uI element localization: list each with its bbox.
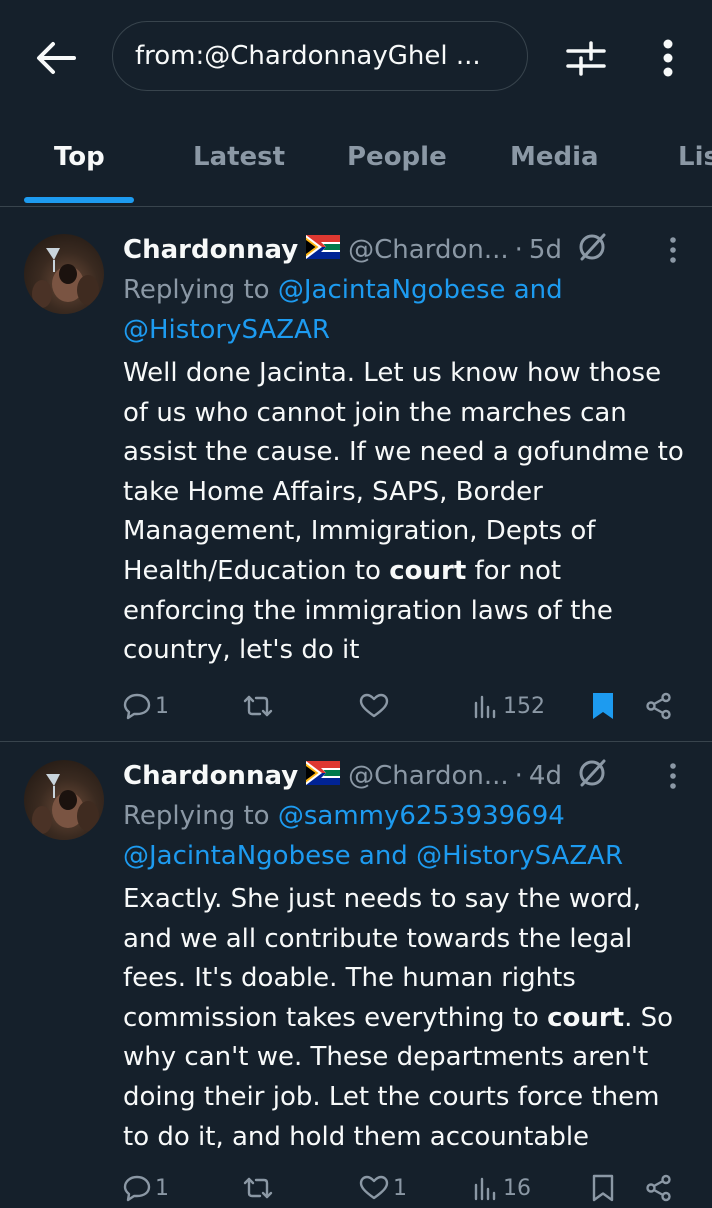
tweet[interactable]: Chardonnay @Chardon... · 5d Replying to … [0, 230, 712, 740]
more-vertical-icon [670, 763, 676, 789]
bar-chart-icon [474, 1177, 496, 1201]
timestamp[interactable]: 5d [529, 235, 562, 265]
tab-lists[interactable]: Lis [678, 142, 712, 172]
view-count: 152 [503, 693, 545, 719]
replying-to: Replying to @JacintaNgobese and @History… [123, 270, 688, 350]
circle-slash-icon [576, 757, 608, 796]
display-name[interactable]: Chardonnay [123, 761, 298, 791]
bookmark-button[interactable] [591, 686, 615, 726]
more-options-button[interactable] [648, 34, 688, 82]
back-button[interactable] [30, 36, 82, 80]
heart-icon [359, 1175, 389, 1200]
like-count: 1 [393, 1175, 407, 1201]
tab-people[interactable]: People [347, 142, 447, 172]
tweet-header: Chardonnay @Chardon... · 4d [123, 756, 688, 796]
search-filter-button[interactable] [560, 34, 612, 82]
reply-button[interactable]: 1 [123, 1168, 169, 1208]
separator-dot: · [514, 235, 523, 265]
sliders-icon [566, 41, 606, 76]
tab-top[interactable]: Top [54, 142, 105, 172]
search-input[interactable]: from:@ChardonnayGhel ... [112, 21, 528, 91]
avatar[interactable] [24, 234, 104, 314]
south-africa-flag-icon [306, 234, 341, 266]
highlighted-term: court [547, 1002, 625, 1033]
share-button[interactable] [645, 686, 673, 726]
like-button[interactable] [359, 686, 393, 726]
handle[interactable]: @Chardon... [348, 235, 508, 265]
reply-button[interactable]: 1 [123, 686, 169, 726]
view-count: 16 [503, 1175, 531, 1201]
retweet-icon [243, 1177, 273, 1199]
circle-slash-icon [576, 231, 608, 270]
active-tab-indicator [24, 197, 134, 203]
avatar-photo [32, 774, 99, 834]
views-button[interactable]: 16 [473, 1168, 531, 1208]
retweet-button[interactable] [243, 1168, 277, 1208]
bookmark-button[interactable] [591, 1168, 615, 1208]
replying-to-label: Replying to [123, 275, 278, 305]
heart-icon [359, 693, 389, 718]
avatar[interactable] [24, 760, 104, 840]
tweet-text-part: Well done Jacinta. Let us know how those… [123, 358, 684, 586]
divider [0, 741, 712, 742]
like-button[interactable]: 1 [359, 1168, 407, 1208]
top-bar: from:@ChardonnayGhel ... [0, 0, 712, 120]
tweet-actions: 1 152 [123, 686, 688, 726]
views-button[interactable]: 152 [473, 686, 545, 726]
highlighted-term: court [389, 555, 467, 586]
arrow-left-icon [37, 42, 76, 74]
reply-count: 1 [155, 693, 169, 719]
replying-to: Replying to @sammy6253939694 @JacintaNgo… [123, 796, 688, 876]
more-vertical-icon [663, 39, 673, 77]
mention-link[interactable]: @HistorySAZAR [123, 315, 330, 345]
tab-latest[interactable]: Latest [193, 142, 285, 172]
share-button[interactable] [645, 1168, 673, 1208]
tweet-more-button[interactable] [658, 756, 688, 796]
search-query: from:@ChardonnayGhel ... [135, 41, 481, 71]
display-name[interactable]: Chardonnay [123, 235, 298, 265]
share-icon [646, 1174, 671, 1202]
separator-dot: · [514, 761, 523, 791]
tweet-actions: 1 1 16 [123, 1168, 688, 1208]
share-icon [646, 692, 671, 720]
retweet-button[interactable] [243, 686, 277, 726]
more-vertical-icon [670, 237, 676, 263]
tweet[interactable]: Chardonnay @Chardon... · 4d Replying to … [0, 756, 712, 1202]
bar-chart-icon [474, 695, 496, 719]
reply-count: 1 [155, 1175, 169, 1201]
reply-icon [123, 693, 151, 720]
avatar-photo [32, 248, 99, 308]
replying-to-label: Replying to [123, 801, 278, 831]
mention-link[interactable]: @sammy6253939694 [278, 801, 565, 831]
south-africa-flag-icon [306, 760, 341, 792]
tweet-more-button[interactable] [658, 230, 688, 270]
mention-link[interactable]: @JacintaNgobese and [278, 275, 563, 305]
tweet-text: Exactly. She just needs to say the word,… [123, 880, 688, 1157]
retweet-icon [243, 695, 273, 717]
reply-icon [123, 1175, 151, 1202]
timestamp[interactable]: 4d [529, 761, 562, 791]
tab-media[interactable]: Media [510, 142, 599, 172]
tweet-header: Chardonnay @Chardon... · 5d [123, 230, 688, 270]
handle[interactable]: @Chardon... [348, 761, 508, 791]
mention-link[interactable]: @JacintaNgobese and @HistorySAZAR [123, 841, 623, 871]
tab-bar: Top Latest People Media Lis [0, 130, 712, 207]
tweet-text: Well done Jacinta. Let us know how those… [123, 354, 688, 671]
bookmark-filled-icon [593, 693, 613, 719]
